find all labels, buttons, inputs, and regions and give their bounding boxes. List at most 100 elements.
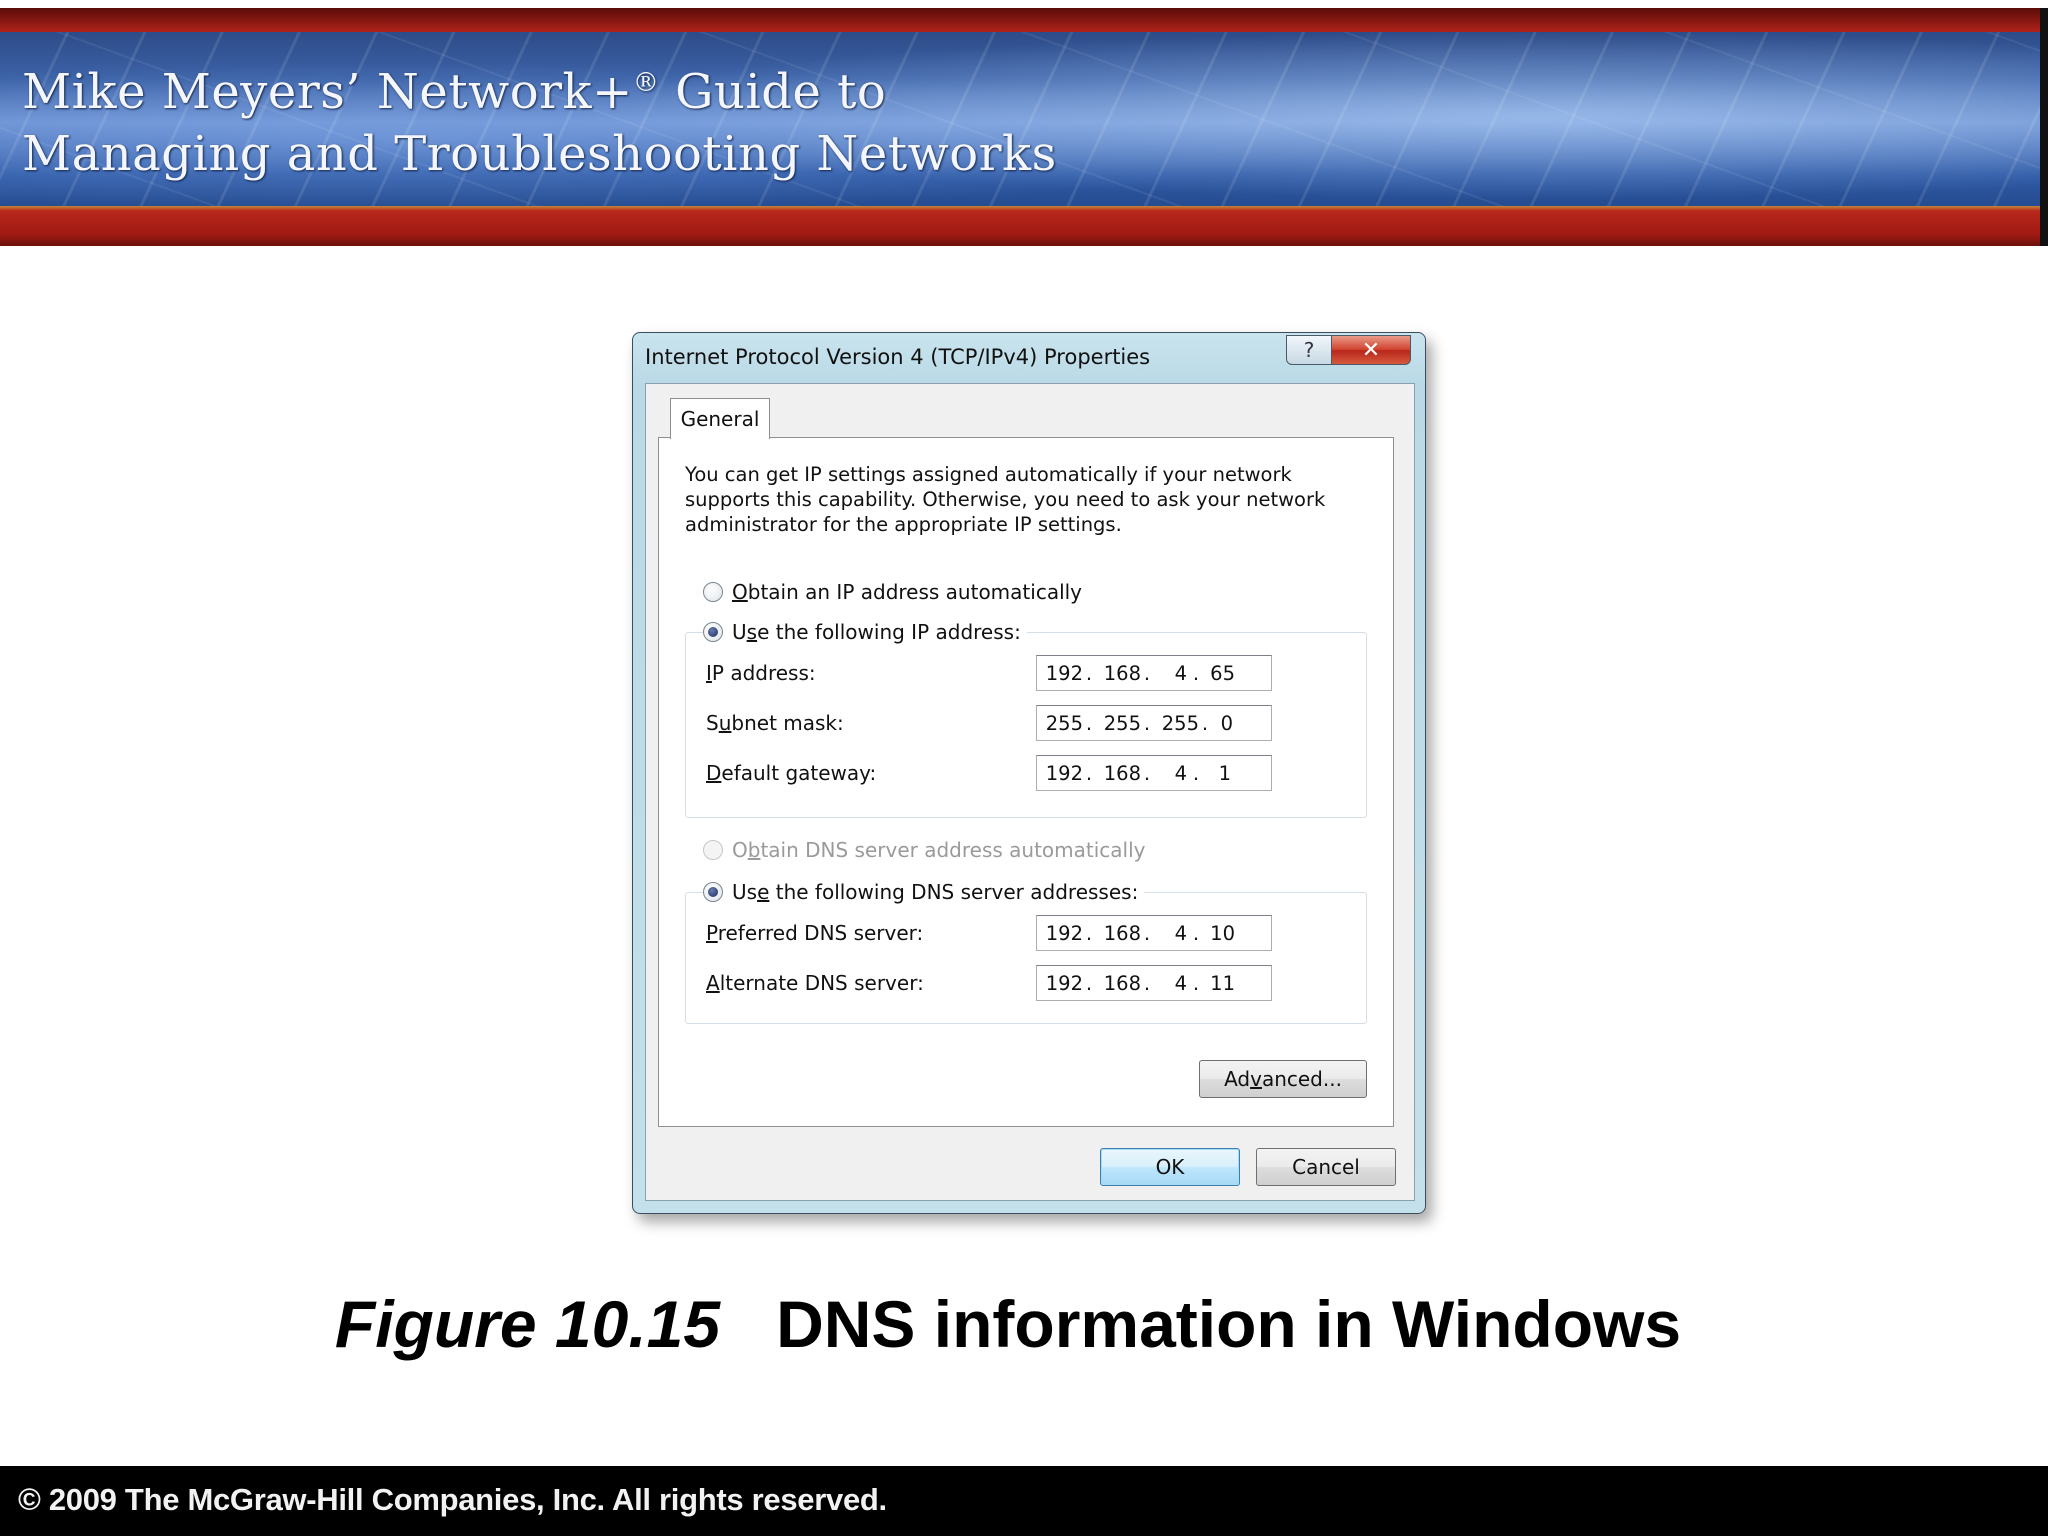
radio-button-selected[interactable] [703, 882, 723, 902]
ip-address-group: IP address: 192. 168. 4. 65 Subnet mask:… [685, 632, 1367, 818]
cancel-button[interactable]: Cancel [1256, 1148, 1396, 1186]
label-text: S [706, 711, 719, 735]
octet-4: 11 [1210, 971, 1235, 995]
label-text: P address: [711, 661, 816, 685]
alternate-dns-input[interactable]: 192. 168. 4. 11 [1036, 965, 1272, 1001]
octet-separator: . [1192, 971, 1200, 995]
preferred-dns-label: Preferred DNS server: [706, 921, 1036, 945]
subnet-mask-input[interactable]: 255. 255. 255. 0 [1036, 705, 1272, 741]
label-text: Ad [1224, 1067, 1251, 1091]
close-icon: ✕ [1361, 337, 1381, 363]
radio-button-disabled [703, 840, 723, 860]
radio-use-following-dns[interactable]: Use the following DNS server addresses: [703, 880, 1145, 904]
slide-title: Mike Meyers’ Network+® Guide to Managing… [22, 52, 1057, 185]
octet-4: 0 [1220, 711, 1233, 735]
radio-label: Obtain DNS server address automatically [732, 838, 1146, 862]
access-key: b [747, 838, 761, 862]
octet-3: 4 [1174, 661, 1187, 685]
tab-general[interactable]: General [670, 398, 770, 439]
octet-separator: . [1085, 921, 1093, 945]
octet-3: 4 [1174, 921, 1187, 945]
default-gateway-row: Default gateway: 192. 168. 4. 1 [706, 755, 1272, 791]
radio-button-selected[interactable] [703, 622, 723, 642]
octet-separator: . [1192, 661, 1200, 685]
slide-header-banner: Mike Meyers’ Network+® Guide to Managing… [0, 8, 2048, 246]
octet-3: 4 [1174, 971, 1187, 995]
label-text: U [732, 620, 747, 644]
octet-3: 4 [1174, 761, 1187, 785]
alternate-dns-row: Alternate DNS server: 192. 168. 4. 11 [706, 965, 1272, 1001]
default-gateway-input[interactable]: 192. 168. 4. 1 [1036, 755, 1272, 791]
octet-separator: . [1143, 971, 1151, 995]
radio-button[interactable] [703, 582, 723, 602]
radio-label: Obtain an IP address automatically [732, 580, 1082, 604]
radio-obtain-ip-automatically[interactable]: Obtain an IP address automatically [703, 580, 1089, 604]
slide-title-text-1-end: Guide to [659, 64, 887, 120]
label-text: e the following IP address: [757, 620, 1021, 644]
preferred-dns-row: Preferred DNS server: 192. 168. 4. 10 [706, 915, 1272, 951]
octet-2: 168 [1103, 661, 1141, 685]
octet-separator: . [1085, 711, 1093, 735]
banner-bottom-stripe [0, 206, 2048, 246]
octet-separator: . [1085, 761, 1093, 785]
slide-title-line-1: Mike Meyers’ Network+® Guide to [22, 52, 1057, 123]
label-text: anced... [1261, 1067, 1342, 1091]
default-gateway-label: Default gateway: [706, 761, 1036, 785]
label-text: bnet mask: [731, 711, 844, 735]
ok-button[interactable]: OK [1100, 1148, 1240, 1186]
octet-1: 192 [1045, 761, 1083, 785]
dns-server-group: Preferred DNS server: 192. 168. 4. 10 Al… [685, 892, 1367, 1024]
label-text: lternate DNS server: [719, 971, 924, 995]
access-key: e [757, 880, 770, 904]
close-button[interactable]: ✕ [1332, 335, 1411, 365]
octet-separator: . [1143, 661, 1151, 685]
octet-2: 168 [1103, 971, 1141, 995]
access-key: A [706, 971, 720, 995]
dialog-client-area: General You can get IP settings assigned… [645, 383, 1415, 1201]
octet-1: 192 [1045, 971, 1083, 995]
intro-text: You can get IP settings assigned automat… [685, 463, 1326, 536]
octet-separator: . [1192, 761, 1200, 785]
octet-1: 192 [1045, 661, 1083, 685]
label-text: tain DNS server address automatically [760, 838, 1146, 862]
octet-1: 255 [1045, 711, 1083, 735]
octet-4: 1 [1218, 761, 1231, 785]
radio-use-following-ip[interactable]: Use the following IP address: [703, 620, 1027, 644]
dialog-title: Internet Protocol Version 4 (TCP/IPv4) P… [645, 345, 1151, 369]
octet-3: 255 [1161, 711, 1199, 735]
figure-number: Figure 10.15 [334, 1287, 721, 1361]
slide-title-line-2: Managing and Troubleshooting Networks [22, 126, 1057, 182]
ip-address-label: IP address: [706, 661, 1036, 685]
label-text: btain an IP address automatically [747, 580, 1083, 604]
banner-edge [2040, 8, 2048, 246]
label-text: Us [732, 880, 758, 904]
ip-address-input[interactable]: 192. 168. 4. 65 [1036, 655, 1272, 691]
octet-1: 192 [1045, 921, 1083, 945]
label-text: the following DNS server addresses: [769, 880, 1139, 904]
subnet-mask-label: Subnet mask: [706, 711, 1036, 735]
caption-text: DNS information in Windows [776, 1287, 1682, 1361]
octet-2: 168 [1103, 761, 1141, 785]
help-button[interactable]: ? [1286, 335, 1332, 365]
radio-label: Use the following IP address: [732, 620, 1021, 644]
octet-4: 65 [1210, 661, 1235, 685]
general-tab-panel: You can get IP settings assigned automat… [658, 437, 1394, 1127]
advanced-button[interactable]: Ad v anced... [1199, 1060, 1367, 1098]
figure-caption: Figure 10.15 DNS information in Windows [0, 1286, 2016, 1362]
octet-4: 10 [1210, 921, 1235, 945]
registered-mark: ® [632, 68, 660, 98]
subnet-mask-row: Subnet mask: 255. 255. 255. 0 [706, 705, 1272, 741]
octet-separator: . [1143, 711, 1151, 735]
octet-separator: . [1143, 921, 1151, 945]
access-key: O [732, 580, 748, 604]
title-bar-buttons: ? ✕ [1286, 335, 1411, 365]
label-text: efault gateway: [721, 761, 877, 785]
access-key: P [706, 921, 718, 945]
preferred-dns-input[interactable]: 192. 168. 4. 10 [1036, 915, 1272, 951]
tcpip-properties-dialog: Internet Protocol Version 4 (TCP/IPv4) P… [632, 332, 1426, 1214]
help-icon: ? [1303, 338, 1315, 362]
label-text: referred DNS server: [717, 921, 924, 945]
octet-separator: . [1085, 971, 1093, 995]
alternate-dns-label: Alternate DNS server: [706, 971, 1036, 995]
octet-separator: . [1143, 761, 1151, 785]
